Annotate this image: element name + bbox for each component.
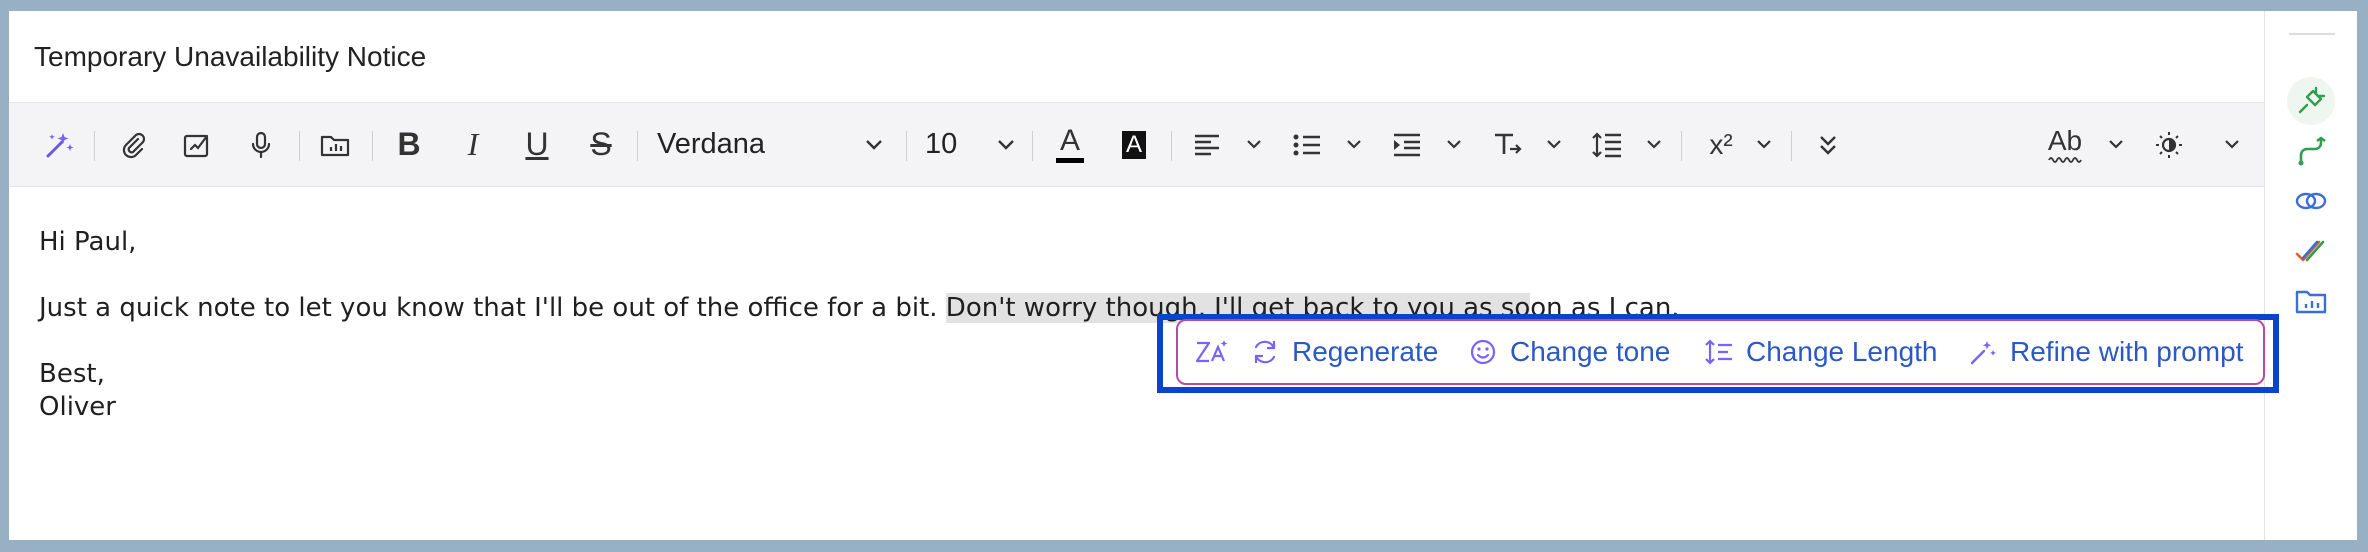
superscript-button[interactable]: x² xyxy=(1701,103,1741,186)
microphone-icon[interactable] xyxy=(241,103,281,186)
chevron-down-icon[interactable] xyxy=(2219,103,2245,186)
subject-text[interactable]: Temporary Unavailability Notice xyxy=(34,41,426,73)
indent-icon[interactable] xyxy=(1389,103,1425,186)
subject-bar[interactable]: Temporary Unavailability Notice xyxy=(9,11,2264,103)
plug-icon[interactable] xyxy=(2287,77,2335,125)
chevron-down-icon[interactable] xyxy=(1751,103,1777,186)
background-color-button[interactable]: A xyxy=(1117,103,1151,186)
chevron-down-icon[interactable] xyxy=(1641,103,1667,186)
strikethrough-button[interactable]: S xyxy=(581,103,621,186)
greeting-line: Hi Paul, xyxy=(39,227,137,257)
tasks-check-icon[interactable] xyxy=(2287,227,2335,275)
compose-window: Temporary Unavailability Notice B I U S … xyxy=(9,11,2357,540)
more-options-icon[interactable] xyxy=(1813,103,1843,186)
chevron-down-icon[interactable] xyxy=(1241,103,1267,186)
change-length-label: Change Length xyxy=(1746,336,1938,367)
chevron-down-icon[interactable] xyxy=(1441,103,1467,186)
closing-line: Best, xyxy=(39,359,105,389)
link-icon[interactable] xyxy=(2287,177,2335,225)
regenerate-icon xyxy=(1254,340,1276,364)
spellcheck-label: Ab xyxy=(2047,124,2083,156)
text-color-letter: A xyxy=(1059,124,1080,157)
format-toolbar: B I U S Verdana 10 A A x² Ab xyxy=(9,103,2264,187)
chevron-down-icon[interactable] xyxy=(993,103,1019,186)
regenerate-label: Regenerate xyxy=(1292,336,1439,367)
spellcheck-button[interactable]: Ab xyxy=(2045,103,2085,186)
italic-button[interactable]: I xyxy=(453,103,493,186)
font-size-value: 10 xyxy=(925,128,958,160)
smile-icon xyxy=(1470,339,1496,365)
theme-icon[interactable] xyxy=(2151,103,2187,186)
text-color-swatch xyxy=(1056,158,1084,163)
chevron-down-icon[interactable] xyxy=(1541,103,1567,186)
chevron-down-icon[interactable] xyxy=(861,103,887,186)
length-icon xyxy=(1705,339,1732,365)
text-color-button[interactable]: A xyxy=(1053,103,1087,186)
ai-sparkle-icon[interactable] xyxy=(39,103,79,186)
refine-with-prompt-label: Refine with prompt xyxy=(2010,336,2244,367)
chevron-down-icon[interactable] xyxy=(2103,103,2129,186)
bulleted-list-icon[interactable] xyxy=(1289,103,1325,186)
line-spacing-icon[interactable] xyxy=(1589,103,1625,186)
chevron-down-icon[interactable] xyxy=(1341,103,1367,186)
underline-button[interactable]: U xyxy=(517,103,557,186)
align-left-icon[interactable] xyxy=(1189,103,1225,186)
change-tone-button[interactable]: Change tone xyxy=(1468,321,1670,383)
refine-with-prompt-button[interactable]: Refine with prompt xyxy=(1968,321,2243,383)
magic-wand-icon xyxy=(1970,341,1996,365)
ai-writing-toolbar: Regenerate Change tone Change Length Ref… xyxy=(1176,319,2265,385)
signature-icon[interactable] xyxy=(177,103,217,186)
right-rail xyxy=(2264,11,2357,540)
route-icon[interactable] xyxy=(2287,127,2335,175)
attachment-icon[interactable] xyxy=(113,103,153,186)
message-text: Just a quick note to let you know that I… xyxy=(39,293,946,323)
ai-assist-icon[interactable] xyxy=(1194,321,1242,383)
rail-divider xyxy=(2289,33,2335,35)
background-color-letter: A xyxy=(1121,130,1146,159)
insert-folder-icon[interactable] xyxy=(315,103,355,186)
bold-button[interactable]: B xyxy=(389,103,429,186)
folder-chart-icon[interactable] xyxy=(2287,277,2335,325)
regenerate-button[interactable]: Regenerate xyxy=(1250,321,1438,383)
clear-format-icon[interactable] xyxy=(1489,103,1525,186)
signature-line: Oliver xyxy=(39,392,116,422)
change-length-button[interactable]: Change Length xyxy=(1704,321,1938,383)
font-family-value: Verdana xyxy=(657,128,766,160)
change-tone-label: Change tone xyxy=(1510,336,1671,367)
